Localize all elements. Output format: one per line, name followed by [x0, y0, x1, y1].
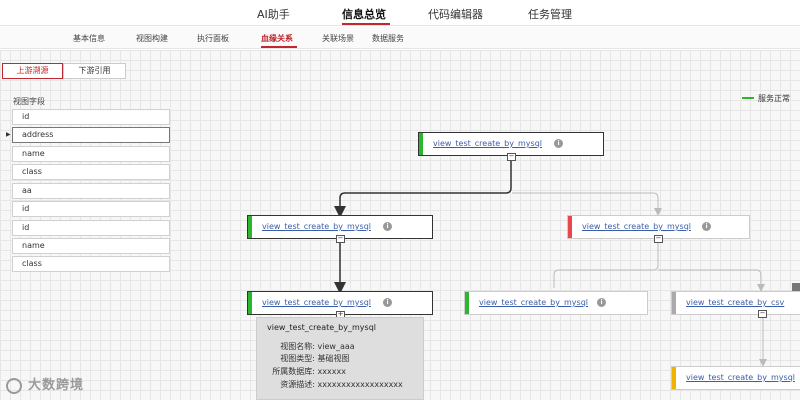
node-status-bar — [672, 292, 676, 314]
tooltip-row: 资源描述: xxxxxxxxxxxxxxxxxx — [259, 379, 403, 390]
tooltip-value: 基础视图 — [317, 354, 350, 363]
edge-right-to-children — [553, 240, 761, 288]
watermark-text: 大数跨境 — [28, 378, 85, 393]
info-icon[interactable]: i — [702, 222, 711, 231]
collapse-icon[interactable]: − — [654, 235, 663, 243]
node-status-bar — [568, 216, 572, 238]
node-status-bar — [248, 292, 252, 314]
node-status-bar — [419, 133, 423, 155]
node-label[interactable]: view_test_create_by_mysql — [686, 373, 795, 382]
watermark-logo-icon — [6, 377, 22, 394]
tooltip-value: xxxxxxxxxxxxxxxxxx — [317, 380, 403, 389]
tooltip-value: xxxxxx — [317, 367, 346, 376]
node-label[interactable]: view_test_create_by_mysql — [262, 222, 371, 231]
info-icon[interactable]: i — [554, 139, 563, 148]
info-icon[interactable]: i — [597, 298, 606, 307]
tooltip-row: 视图名称: view_aaa — [259, 341, 355, 352]
tooltip-title: view_test_create_by_mysql — [267, 323, 376, 332]
lineage-node-right-child-b[interactable]: view_test_create_by_csv — [671, 291, 800, 315]
node-tooltip: view_test_create_by_mysql 视图名称: view_aaa… — [256, 317, 424, 400]
lineage-node-right-child-a[interactable]: view_test_create_by_mysql i — [464, 291, 648, 315]
scroll-handle[interactable] — [792, 283, 800, 291]
info-icon[interactable]: i — [383, 222, 392, 231]
node-status-bar — [465, 292, 469, 314]
lineage-node-csv-child[interactable]: view_test_create_by_mysql — [671, 366, 800, 390]
node-status-bar — [248, 216, 252, 238]
collapse-icon[interactable]: − — [758, 310, 767, 318]
collapse-icon[interactable]: − — [336, 235, 345, 243]
tooltip-row: 视图类型: 基础视图 — [259, 353, 350, 364]
node-label[interactable]: view_test_create_by_mysql — [582, 222, 691, 231]
edge-root-to-left — [334, 157, 512, 218]
tooltip-key: 视图类型: — [280, 354, 315, 363]
tooltip-key: 视图名称: — [280, 342, 315, 351]
tooltip-row: 所属数据库: xxxxxx — [259, 366, 346, 377]
collapse-icon[interactable]: − — [507, 153, 516, 161]
node-status-bar — [672, 367, 676, 389]
info-icon[interactable]: i — [383, 298, 392, 307]
node-label[interactable]: view_test_create_by_csv — [686, 298, 784, 307]
edge-root-to-right — [512, 192, 662, 216]
watermark: 大数跨境 — [6, 374, 84, 394]
node-label[interactable]: view_test_create_by_mysql — [479, 298, 588, 307]
tooltip-key: 所属数据库: — [272, 367, 315, 376]
tooltip-key: 资源描述: — [280, 380, 315, 389]
tooltip-value: view_aaa — [317, 342, 355, 351]
node-label[interactable]: view_test_create_by_mysql — [262, 298, 371, 307]
node-label[interactable]: view_test_create_by_mysql — [433, 139, 542, 148]
